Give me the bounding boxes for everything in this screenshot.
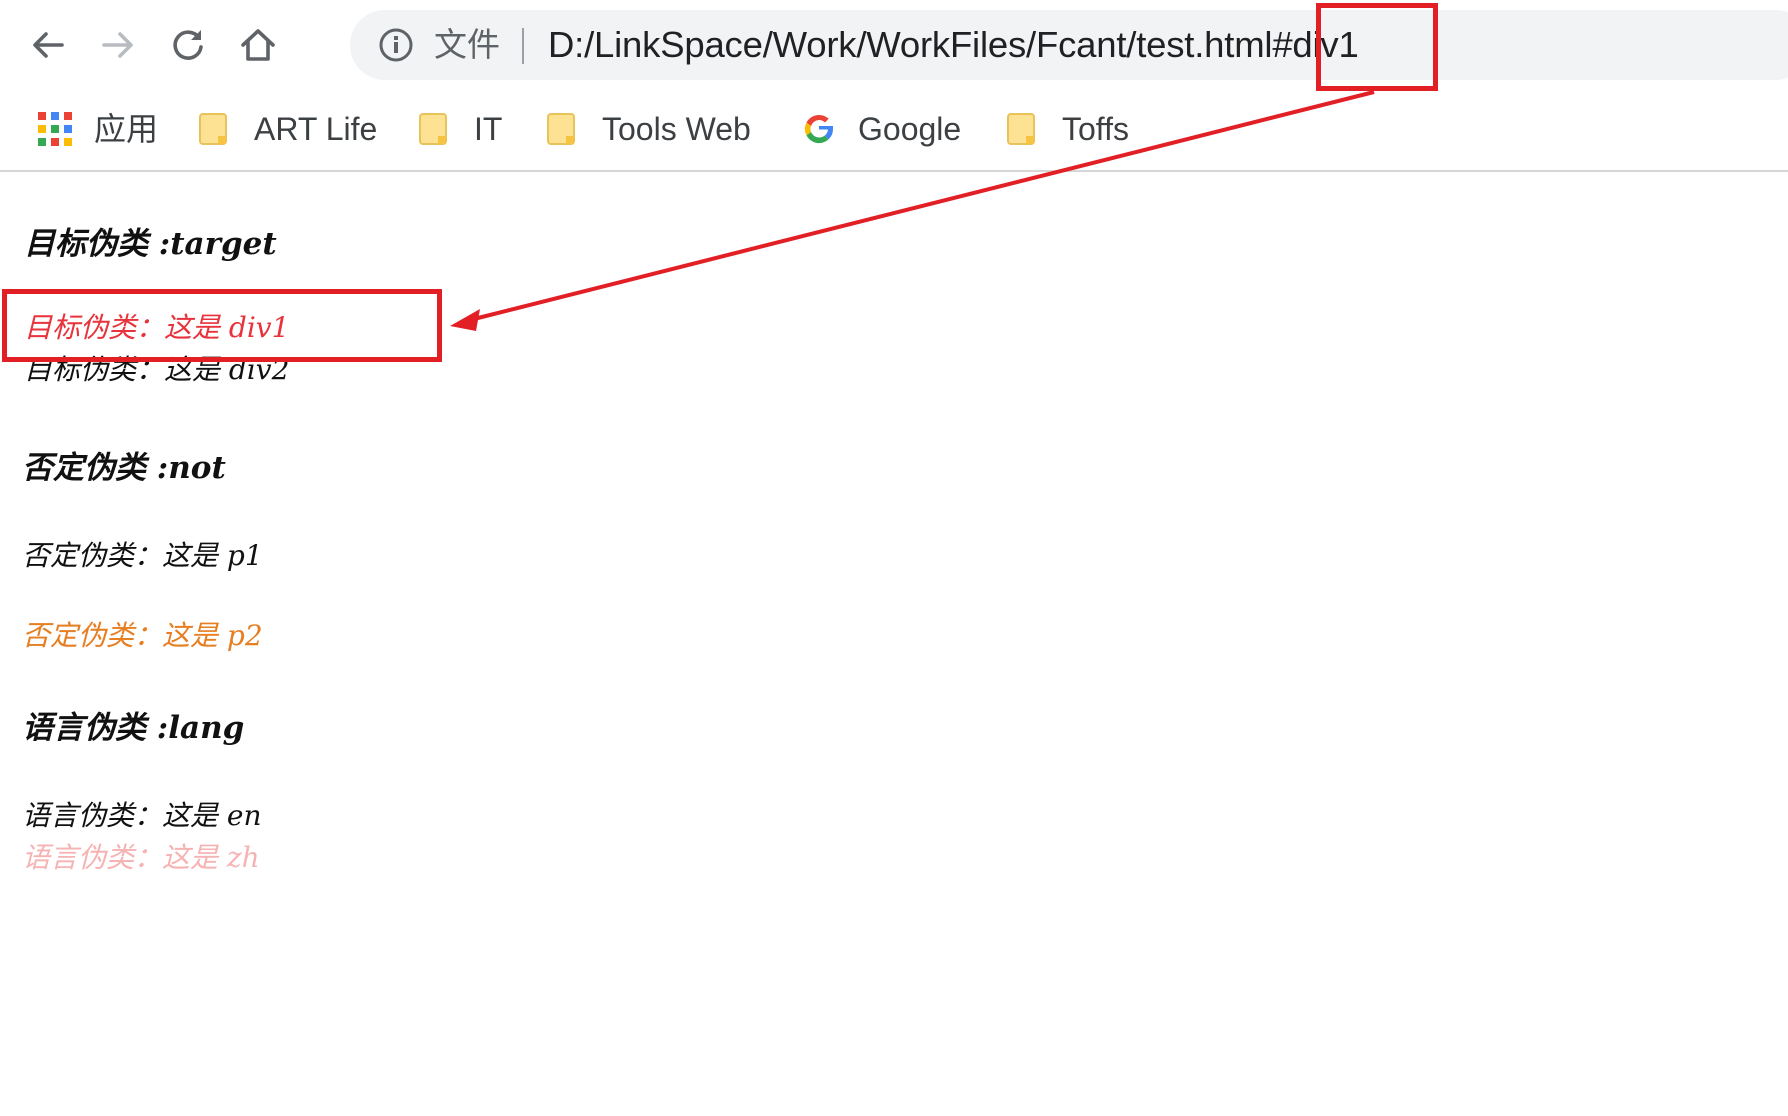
forward-arrow-icon bbox=[102, 32, 133, 58]
bookmark-label: Toffs bbox=[1062, 111, 1129, 147]
not-heading: 否定伪类 :not bbox=[22, 450, 226, 486]
not-p2-text: 否定伪类：这是 p2 bbox=[22, 619, 263, 652]
url-text[interactable]: D:/LinkSpace/Work/WorkFiles/Fcant/test.h… bbox=[548, 22, 1359, 68]
bookmark-apps[interactable]: 应用 bbox=[36, 104, 158, 154]
lang-heading: 语言伪类 :lang bbox=[22, 710, 245, 746]
file-scheme-label: 文件 bbox=[434, 25, 500, 64]
browser-window: 文件 D:/LinkSpace/Work/WorkFiles/Fcant/tes… bbox=[0, 0, 1788, 1116]
back-arrow-icon bbox=[33, 32, 64, 58]
bookmark-toffs[interactable]: Toffs bbox=[1004, 104, 1129, 154]
reload-icon bbox=[173, 30, 203, 60]
bookmark-label: ART Life bbox=[254, 111, 378, 147]
folder-icon bbox=[1007, 113, 1035, 145]
lang-zh-text: 语言伪类：这是 zh bbox=[22, 841, 260, 874]
bookmark-label: 应用 bbox=[94, 111, 159, 147]
bookmark-label: Tools Web bbox=[602, 111, 751, 147]
browser-toolbar: 文件 D:/LinkSpace/Work/WorkFiles/Fcant/tes… bbox=[0, 0, 1788, 90]
not-p1-text: 否定伪类：这是 p1 bbox=[22, 539, 263, 572]
lang-en-text: 语言伪类：这是 en bbox=[22, 799, 262, 832]
info-icon[interactable] bbox=[378, 27, 414, 63]
target-element-highlight-box bbox=[2, 289, 442, 362]
address-bar[interactable]: 文件 D:/LinkSpace/Work/WorkFiles/Fcant/tes… bbox=[350, 10, 1788, 80]
url-fragment-highlight-box bbox=[1316, 3, 1438, 91]
bookmark-google[interactable]: Google bbox=[800, 104, 961, 154]
folder-icon bbox=[199, 113, 227, 145]
target-heading: 目标伪类 :target bbox=[24, 226, 277, 262]
apps-grid-icon bbox=[38, 112, 72, 146]
bookmark-it[interactable]: IT bbox=[416, 104, 502, 154]
forward-button[interactable] bbox=[90, 17, 146, 73]
bookmark-label: IT bbox=[474, 111, 503, 147]
home-icon bbox=[241, 29, 275, 61]
bookmark-label: Google bbox=[858, 111, 962, 147]
back-button[interactable] bbox=[20, 17, 76, 73]
google-icon bbox=[804, 114, 833, 144]
folder-icon bbox=[419, 113, 447, 145]
bookmark-tools-web[interactable]: Tools Web bbox=[544, 104, 751, 154]
bookmarks-bar: 应用 ART Life IT Tools Web Google Toffs bbox=[0, 92, 1788, 172]
home-button[interactable] bbox=[230, 17, 286, 73]
address-separator bbox=[522, 28, 524, 64]
bookmark-art-life[interactable]: ART Life bbox=[196, 104, 377, 154]
folder-icon bbox=[547, 113, 575, 145]
reload-button[interactable] bbox=[160, 17, 216, 73]
